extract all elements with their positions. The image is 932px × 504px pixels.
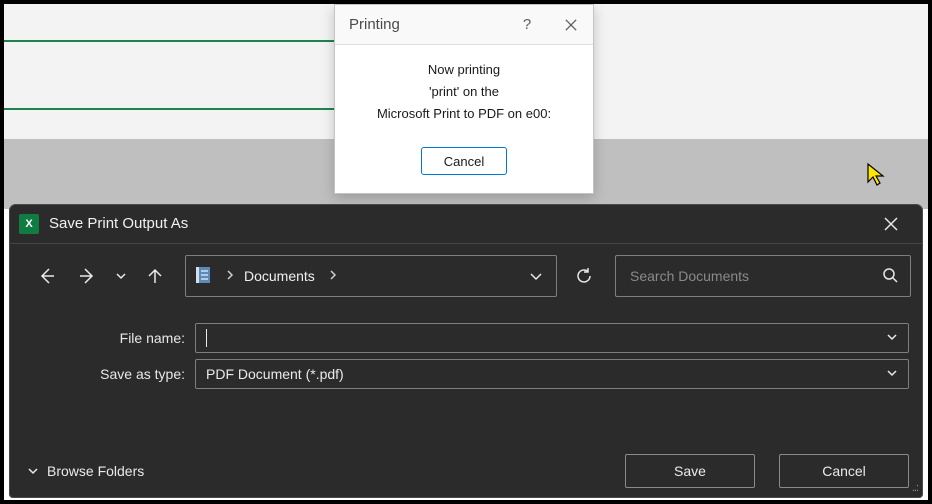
save-as-type-value: PDF Document (*.pdf) — [206, 366, 344, 382]
cancel-button[interactable]: Cancel — [779, 454, 909, 488]
printing-dialog: Printing ? Now printing 'print' on the M… — [334, 4, 594, 194]
save-titlebar[interactable]: Save Print Output As — [9, 204, 923, 244]
close-button[interactable] — [549, 5, 593, 45]
save-as-type-label: Save as type: — [9, 366, 195, 382]
refresh-button[interactable] — [563, 255, 605, 297]
folder-icon — [194, 265, 212, 288]
breadcrumb-separator-icon[interactable] — [216, 269, 240, 283]
printing-title: Printing — [349, 16, 400, 33]
resize-grip-icon[interactable]: ..: — [912, 482, 918, 494]
save-title: Save Print Output As — [49, 215, 188, 232]
row-border — [4, 108, 334, 110]
back-button[interactable] — [27, 256, 67, 296]
printing-line2: 'print' on the — [347, 81, 581, 103]
close-dialog-button[interactable] — [871, 206, 911, 242]
navigation-row: Documents Search Documents — [9, 244, 923, 308]
printing-body: Now printing 'print' on the Microsoft Pr… — [335, 45, 593, 141]
up-button[interactable] — [135, 256, 175, 296]
chevron-down-icon[interactable] — [886, 366, 898, 382]
save-button[interactable]: Save — [625, 454, 755, 488]
search-placeholder: Search Documents — [630, 268, 749, 284]
browse-folders-label: Browse Folders — [47, 463, 144, 479]
breadcrumb-separator-icon[interactable] — [319, 269, 343, 283]
file-name-field[interactable] — [195, 323, 909, 353]
printing-line1: Now printing — [347, 59, 581, 81]
browse-folders-toggle[interactable]: Browse Folders — [27, 463, 144, 479]
cancel-printing-button[interactable]: Cancel — [421, 147, 507, 175]
printing-line3: Microsoft Print to PDF on e00: — [347, 103, 581, 125]
search-icon — [882, 267, 898, 286]
address-bar[interactable]: Documents — [185, 255, 557, 297]
breadcrumb-documents[interactable]: Documents — [244, 268, 315, 284]
address-dropdown-button[interactable] — [516, 256, 556, 296]
excel-icon — [19, 214, 39, 234]
row-border — [4, 40, 334, 42]
forward-button[interactable] — [67, 256, 107, 296]
file-name-label: File name: — [9, 330, 195, 346]
recent-locations-button[interactable] — [107, 256, 135, 296]
chevron-down-icon[interactable] — [886, 330, 898, 346]
text-cursor — [206, 329, 207, 347]
save-as-type-field[interactable]: PDF Document (*.pdf) — [195, 359, 909, 389]
cursor-icon — [866, 162, 886, 193]
printing-titlebar: Printing ? — [335, 5, 593, 45]
help-button[interactable]: ? — [505, 5, 549, 45]
save-as-dialog: Save Print Output As — [9, 204, 923, 498]
search-box[interactable]: Search Documents — [615, 255, 911, 297]
